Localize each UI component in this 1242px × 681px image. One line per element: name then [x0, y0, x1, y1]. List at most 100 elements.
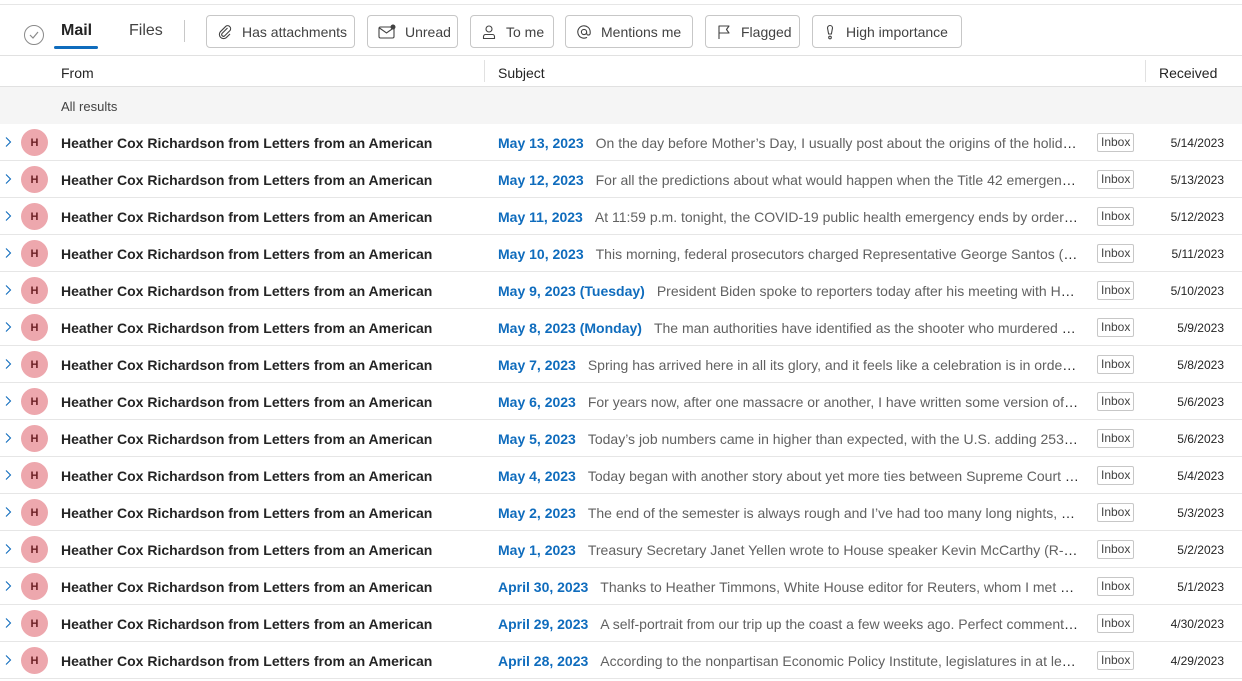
folder-badge[interactable]: Inbox: [1097, 614, 1135, 633]
filter-label: To me: [506, 23, 545, 40]
chevron-right-icon[interactable]: [3, 543, 13, 555]
chevron-right-icon[interactable]: [3, 247, 13, 259]
received-date: 5/13/2023: [1170, 173, 1224, 187]
column-header-received[interactable]: Received: [1159, 65, 1217, 81]
avatar: H: [21, 277, 48, 304]
chevron-right-icon[interactable]: [3, 210, 13, 222]
subject-cell: May 8, 2023 (Monday) The man authorities …: [498, 320, 1080, 336]
sender-name: Heather Cox Richardson from Letters from…: [61, 579, 433, 595]
message-row[interactable]: H Heather Cox Richardson from Letters fro…: [0, 346, 1242, 383]
folder-badge[interactable]: Inbox: [1097, 651, 1135, 670]
tab-mail[interactable]: Mail: [61, 22, 92, 40]
message-row[interactable]: H Heather Cox Richardson from Letters fro…: [0, 494, 1242, 531]
message-row[interactable]: H Heather Cox Richardson from Letters fro…: [0, 531, 1242, 568]
avatar: H: [21, 129, 48, 156]
sender-name: Heather Cox Richardson from Letters from…: [61, 172, 433, 188]
filter-has-attachments-button[interactable]: Has attachments: [206, 15, 355, 48]
subject-title: May 13, 2023: [498, 135, 584, 151]
subject-cell: May 11, 2023 At 11:59 p.m. tonight, the C…: [498, 209, 1080, 225]
avatar: H: [21, 536, 48, 563]
message-row[interactable]: H Heather Cox Richardson from Letters fro…: [0, 568, 1242, 605]
message-preview: Today’s job numbers came in higher than …: [587, 431, 1080, 447]
received-date: 4/29/2023: [1170, 654, 1224, 668]
chevron-right-icon[interactable]: [3, 321, 13, 333]
column-header-row: From Subject Received: [0, 56, 1242, 87]
filter-unread-button[interactable]: Unread: [367, 15, 458, 48]
folder-badge[interactable]: Inbox: [1097, 281, 1135, 300]
sender-name: Heather Cox Richardson from Letters from…: [61, 542, 433, 558]
message-row[interactable]: H Heather Cox Richardson from Letters fro…: [0, 457, 1242, 494]
folder-badge[interactable]: Inbox: [1097, 318, 1135, 337]
message-row[interactable]: H Heather Cox Richardson from Letters fro…: [0, 642, 1242, 679]
chevron-right-icon[interactable]: [3, 284, 13, 296]
filter-to-me-button[interactable]: To me: [470, 15, 554, 48]
folder-badge[interactable]: Inbox: [1097, 392, 1135, 411]
folder-badge[interactable]: Inbox: [1097, 577, 1135, 596]
folder-badge[interactable]: Inbox: [1097, 503, 1135, 522]
folder-badge[interactable]: Inbox: [1097, 133, 1135, 152]
folder-badge[interactable]: Inbox: [1097, 429, 1135, 448]
message-row[interactable]: H Heather Cox Richardson from Letters fro…: [0, 124, 1242, 161]
column-header-subject[interactable]: Subject: [498, 65, 545, 81]
column-header-from[interactable]: From: [61, 65, 94, 81]
chevron-right-icon[interactable]: [3, 617, 13, 629]
message-list: H Heather Cox Richardson from Letters fro…: [0, 124, 1242, 679]
message-row[interactable]: H Heather Cox Richardson from Letters fro…: [0, 383, 1242, 420]
toolbar-divider: [184, 20, 185, 42]
message-row[interactable]: H Heather Cox Richardson from Letters fro…: [0, 309, 1242, 346]
folder-badge[interactable]: Inbox: [1097, 170, 1135, 189]
subject-title: May 8, 2023 (Monday): [498, 320, 642, 336]
message-row[interactable]: H Heather Cox Richardson from Letters fro…: [0, 198, 1242, 235]
subject-cell: April 30, 2023 Thanks to Heather Timmons,…: [498, 579, 1080, 595]
filter-high-importance-button[interactable]: High importance: [812, 15, 962, 48]
message-row[interactable]: H Heather Cox Richardson from Letters fro…: [0, 161, 1242, 198]
sender-name: Heather Cox Richardson from Letters from…: [61, 283, 433, 299]
chevron-right-icon[interactable]: [3, 136, 13, 148]
message-preview: For years now, after one massacre or ano…: [587, 394, 1080, 410]
tab-files[interactable]: Files: [129, 22, 163, 40]
message-row[interactable]: H Heather Cox Richardson from Letters fro…: [0, 272, 1242, 309]
chevron-right-icon[interactable]: [3, 506, 13, 518]
chevron-right-icon[interactable]: [3, 358, 13, 370]
results-group-header: All results: [0, 87, 1242, 124]
chevron-right-icon[interactable]: [3, 395, 13, 407]
chevron-right-icon[interactable]: [3, 654, 13, 666]
received-date: 5/14/2023: [1170, 136, 1224, 150]
sender-name: Heather Cox Richardson from Letters from…: [61, 320, 433, 336]
subject-title: May 12, 2023: [498, 172, 584, 188]
avatar: H: [21, 499, 48, 526]
filter-mentions-me-button[interactable]: Mentions me: [565, 15, 693, 48]
subject-cell: May 12, 2023 For all the predictions abou…: [498, 172, 1080, 188]
message-row[interactable]: H Heather Cox Richardson from Letters fro…: [0, 420, 1242, 457]
filter-label: Has attachments: [242, 23, 348, 40]
folder-badge[interactable]: Inbox: [1097, 207, 1135, 226]
sender-name: Heather Cox Richardson from Letters from…: [61, 135, 433, 151]
chevron-right-icon[interactable]: [3, 432, 13, 444]
folder-badge[interactable]: Inbox: [1097, 355, 1135, 374]
received-date: 5/4/2023: [1177, 469, 1224, 483]
select-all-checkbox[interactable]: [24, 25, 44, 45]
avatar: H: [21, 240, 48, 267]
message-preview: Thanks to Heather Timmons, White House e…: [600, 579, 1080, 595]
folder-badge[interactable]: Inbox: [1097, 466, 1135, 485]
subject-cell: May 9, 2023 (Tuesday) President Biden spo…: [498, 283, 1080, 299]
column-resize-handle[interactable]: [484, 60, 485, 82]
folder-badge[interactable]: Inbox: [1097, 244, 1135, 263]
person-icon: [482, 24, 496, 39]
subject-title: April 29, 2023: [498, 616, 589, 632]
sender-name: Heather Cox Richardson from Letters from…: [61, 653, 433, 669]
subject-title: May 10, 2023: [498, 246, 584, 262]
column-resize-handle[interactable]: [1145, 60, 1146, 82]
message-row[interactable]: H Heather Cox Richardson from Letters fro…: [0, 605, 1242, 642]
chevron-right-icon[interactable]: [3, 469, 13, 481]
folder-badge[interactable]: Inbox: [1097, 540, 1135, 559]
sender-name: Heather Cox Richardson from Letters from…: [61, 209, 433, 225]
chevron-right-icon[interactable]: [3, 173, 13, 185]
filter-flagged-button[interactable]: Flagged: [705, 15, 800, 48]
subject-cell: May 6, 2023 For years now, after one mass…: [498, 394, 1080, 410]
message-row[interactable]: H Heather Cox Richardson from Letters fro…: [0, 235, 1242, 272]
message-preview: A self-portrait from our trip up the coa…: [600, 616, 1080, 632]
subject-cell: May 10, 2023 This morning, federal prosec…: [498, 246, 1080, 262]
chevron-right-icon[interactable]: [3, 580, 13, 592]
group-label: All results: [61, 99, 118, 114]
